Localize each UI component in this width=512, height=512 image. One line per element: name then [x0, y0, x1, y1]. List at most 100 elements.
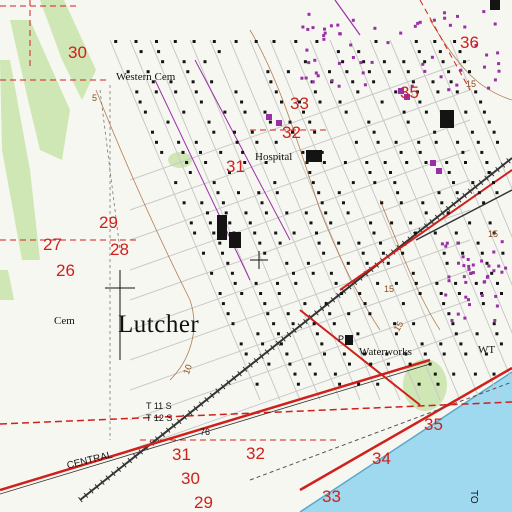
building	[418, 292, 422, 295]
building	[481, 302, 485, 306]
building	[406, 70, 410, 74]
building	[344, 110, 348, 114]
building	[275, 191, 279, 195]
building	[267, 362, 271, 366]
revision-building	[456, 14, 459, 18]
building	[315, 332, 319, 336]
building	[274, 90, 278, 94]
building	[328, 70, 331, 74]
building	[317, 191, 321, 195]
building	[202, 251, 205, 255]
building	[255, 382, 259, 386]
section-number: 33	[290, 94, 309, 113]
building	[452, 181, 455, 185]
building	[468, 221, 472, 225]
building	[322, 251, 326, 255]
building	[500, 292, 503, 295]
building	[254, 281, 258, 285]
building	[406, 120, 410, 124]
building	[259, 292, 263, 295]
building	[433, 130, 437, 134]
building	[473, 372, 477, 376]
building	[237, 191, 240, 195]
building	[346, 261, 350, 265]
building	[342, 201, 345, 205]
revision-building	[413, 24, 417, 28]
township-south: T 12 S	[146, 413, 173, 423]
building	[233, 130, 236, 134]
revision-building	[443, 16, 447, 20]
building	[308, 120, 312, 124]
topographic-map[interactable]: Western Cem Hospital Cem Lutcher Waterwo…	[0, 0, 512, 512]
label-p: P	[338, 334, 345, 344]
purple-road	[154, 79, 251, 281]
building	[461, 150, 465, 154]
section-number: 32	[282, 123, 301, 142]
school-building	[217, 215, 227, 240]
building	[475, 332, 479, 336]
building	[394, 90, 398, 94]
building	[257, 191, 261, 195]
building	[206, 211, 209, 215]
building	[476, 140, 480, 144]
contour-line	[249, 29, 381, 331]
building	[365, 261, 369, 265]
building	[380, 100, 384, 104]
building	[338, 100, 342, 104]
building	[333, 372, 337, 376]
building	[274, 231, 278, 235]
building	[272, 322, 276, 326]
building	[492, 181, 495, 185]
building	[345, 70, 349, 74]
building	[263, 302, 267, 306]
building	[285, 211, 289, 215]
building	[210, 80, 214, 84]
revision-building	[307, 61, 311, 65]
building	[376, 281, 380, 285]
building	[356, 90, 360, 94]
building	[243, 110, 247, 114]
section-number: 26	[56, 261, 75, 280]
building	[285, 261, 289, 265]
building	[338, 382, 342, 386]
building	[293, 372, 297, 376]
contour-label: 5	[92, 93, 98, 103]
building	[337, 191, 341, 195]
building	[414, 281, 418, 285]
revision-building	[444, 244, 448, 248]
building	[369, 221, 373, 225]
building	[224, 211, 228, 215]
building	[248, 221, 252, 225]
building	[182, 201, 186, 205]
building	[151, 130, 154, 134]
building	[442, 251, 446, 255]
building	[433, 40, 437, 43]
building	[381, 251, 385, 255]
building	[354, 140, 358, 144]
building	[268, 120, 272, 124]
building	[382, 60, 386, 64]
revision-building	[487, 264, 491, 268]
building	[296, 382, 300, 386]
revision-building	[466, 258, 470, 261]
building	[451, 322, 455, 326]
building	[343, 161, 347, 164]
revision-building	[467, 298, 470, 302]
large-building	[440, 110, 454, 128]
revision-building	[493, 319, 497, 322]
section-number: 31	[172, 445, 191, 464]
section-number: 30	[68, 43, 87, 62]
building	[193, 231, 197, 235]
building	[186, 70, 190, 74]
building	[194, 90, 198, 94]
revision-building	[497, 264, 501, 268]
building	[358, 292, 362, 295]
building	[433, 231, 437, 235]
building	[499, 342, 503, 346]
revision-building	[416, 21, 420, 25]
revision-building	[351, 56, 355, 59]
building	[412, 322, 416, 326]
building	[336, 50, 340, 54]
label-hospital: Hospital	[255, 151, 293, 163]
building	[266, 312, 270, 316]
